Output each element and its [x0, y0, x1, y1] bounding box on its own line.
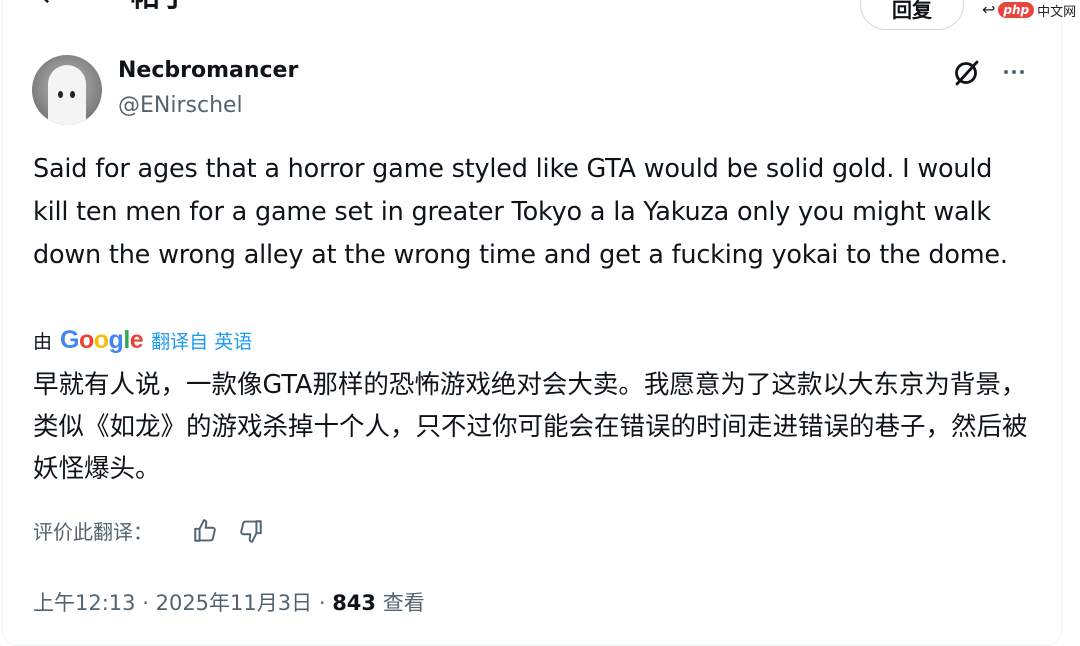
google-logo: Google [60, 325, 144, 355]
post-time[interactable]: 上午12:13 [33, 591, 136, 615]
views-count: 843 [332, 591, 377, 615]
grok-icon[interactable] [950, 56, 982, 88]
timestamp-row: 上午12:13 · 2025年11月3日 · 843 查看 [33, 587, 425, 619]
more-dot-icon [1004, 70, 1008, 74]
page-title: 帖子 [130, 0, 190, 14]
watermark-text: 中文网 [1037, 4, 1077, 20]
google-logo-letter: o [78, 325, 94, 354]
more-button[interactable] [998, 56, 1030, 88]
watermark: ↩ php 中文网 [982, 0, 1076, 20]
more-dot-icon [1012, 70, 1016, 74]
tweet-text: Said for ages that a horror game styled … [33, 154, 1008, 270]
ghost-eye [70, 91, 75, 98]
translated-by-label: 由 [33, 330, 53, 353]
views-label: 查看 [382, 591, 425, 615]
separator: · [142, 591, 149, 615]
author-name[interactable]: Necbromancer [118, 57, 298, 85]
google-logo-letter: g [108, 325, 124, 354]
post-date[interactable]: 2025年11月3日 [156, 591, 313, 615]
google-logo-letter: G [60, 325, 79, 354]
thumbs-up-icon[interactable] [192, 518, 218, 544]
watermark-logo: php [998, 2, 1035, 18]
google-logo-letter: o [93, 325, 109, 354]
author-handle[interactable]: @ENirschel [118, 92, 243, 120]
translation-attribution: 由 Google 翻译自 英语 [33, 325, 252, 355]
avatar[interactable] [32, 55, 102, 125]
reply-button[interactable]: 回复 [860, 0, 964, 30]
separator: · [318, 591, 326, 615]
watermark-hook-icon: ↩ [982, 0, 996, 19]
ghost-figure [48, 65, 86, 125]
more-dot-icon [1020, 70, 1024, 74]
ghost-eye [58, 91, 63, 98]
translated-text: 早就有人说，一款像GTA那样的恐怖游戏绝对会大卖。我愿意为了这款以大东京为背景，… [33, 370, 1028, 484]
back-arrow-icon[interactable]: ← [40, 0, 65, 12]
translated-from-link[interactable]: 翻译自 英语 [151, 327, 252, 354]
google-logo-letter: e [129, 325, 144, 354]
rate-translation-label: 评价此翻译： [33, 520, 153, 544]
thumbs-down-icon[interactable] [238, 518, 264, 544]
